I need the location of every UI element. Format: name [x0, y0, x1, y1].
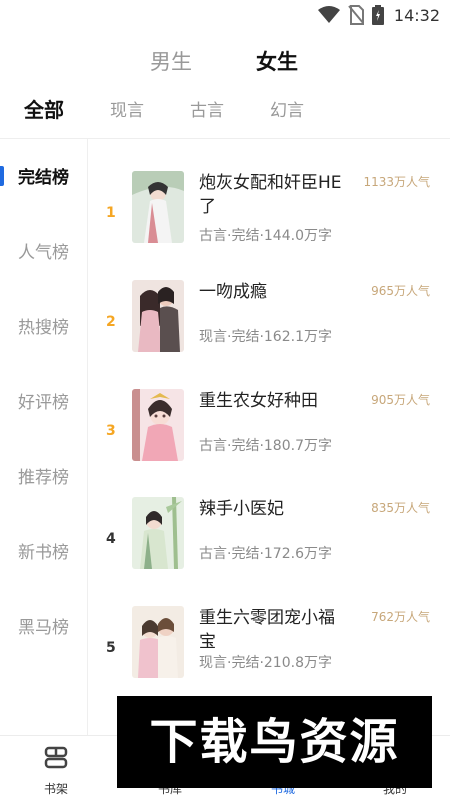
- tab-male[interactable]: 男生: [150, 46, 192, 76]
- sidebar-item-label: 完结榜: [18, 168, 69, 188]
- gender-tabs: 男生 女生: [0, 46, 450, 82]
- sidebar-item-label: 热搜榜: [18, 318, 69, 338]
- book-cover[interactable]: [132, 171, 184, 243]
- book-cover[interactable]: [132, 606, 184, 678]
- popularity-count: 762万人气: [371, 610, 430, 624]
- nav-label: 书架: [43, 782, 68, 796]
- sidebar-item-recommended[interactable]: 推荐榜: [0, 455, 88, 495]
- list-item[interactable]: 2 一吻成瘾 现言·完结·162.1万字 965万人气: [89, 280, 450, 372]
- sidebar-item-label: 好评榜: [18, 393, 69, 413]
- sidebar-item-label: 人气榜: [18, 243, 69, 263]
- list-item[interactable]: 1 炮灰女配和奸臣HE了 古言·完结·144.0万字 1133万人气: [89, 171, 450, 263]
- sidebar-item-label: 推荐榜: [18, 468, 69, 488]
- rank-number: 2: [106, 314, 116, 330]
- rank-number: 1: [106, 205, 116, 221]
- sidebar-item-dark-horse[interactable]: 黑马榜: [0, 605, 88, 645]
- bookshelf-icon: [44, 746, 68, 769]
- ranking-sidebar: 完结榜 人气榜 热搜榜 好评榜 推荐榜 新书榜 黑马榜: [0, 139, 88, 735]
- book-meta: 古言·完结·180.7万字: [199, 438, 332, 454]
- sidebar-item-label: 新书榜: [18, 543, 69, 563]
- tab-all[interactable]: 全部: [24, 94, 64, 123]
- book-meta: 现言·完结·162.1万字: [199, 329, 332, 345]
- active-indicator: [0, 166, 4, 186]
- no-sim-icon: [348, 5, 364, 25]
- popularity-count: 1133万人气: [363, 175, 430, 189]
- book-title: 炮灰女配和奸臣HE了: [199, 173, 342, 217]
- category-tabs: 全部 现言 古言 幻言: [0, 96, 450, 130]
- tab-female[interactable]: 女生: [256, 46, 298, 76]
- book-title: 重生农女好种田: [199, 391, 318, 411]
- sidebar-item-popular[interactable]: 人气榜: [0, 230, 88, 270]
- sidebar-item-new-books[interactable]: 新书榜: [0, 530, 88, 570]
- book-meta: 现言·完结·210.8万字: [199, 655, 332, 671]
- book-title: 重生六零团宠小福宝: [199, 608, 335, 652]
- tab-modern-romance[interactable]: 现言: [110, 96, 144, 121]
- status-icons: 14:32: [317, 5, 440, 25]
- rank-number: 3: [106, 423, 116, 439]
- ranking-list: 1 炮灰女配和奸臣HE了 古言·完结·144.0万字 1133万人气 2 一吻成…: [89, 139, 450, 735]
- popularity-count: 965万人气: [371, 284, 430, 298]
- popularity-count: 835万人气: [371, 501, 430, 515]
- sidebar-item-label: 黑马榜: [18, 618, 69, 638]
- watermark-text: 下载鸟资源: [149, 714, 400, 770]
- popularity-count: 905万人气: [371, 393, 430, 407]
- sidebar-item-trending[interactable]: 热搜榜: [0, 305, 88, 345]
- nav-bookshelf[interactable]: 书架: [16, 736, 96, 800]
- book-title: 一吻成瘾: [199, 282, 267, 302]
- sidebar-item-top-rated[interactable]: 好评榜: [0, 380, 88, 420]
- watermark-banner: 下载鸟资源: [117, 696, 432, 788]
- tab-ancient-romance[interactable]: 古言: [190, 96, 224, 121]
- status-bar: 14:32: [0, 0, 450, 30]
- sidebar-item-completed[interactable]: 完结榜: [0, 155, 88, 195]
- tab-fantasy-romance[interactable]: 幻言: [270, 96, 304, 121]
- book-cover[interactable]: [132, 280, 184, 352]
- book-cover[interactable]: [132, 389, 184, 461]
- wifi-icon: [317, 6, 340, 23]
- book-title: 辣手小医妃: [199, 499, 284, 519]
- rank-number: 4: [106, 531, 116, 547]
- book-cover[interactable]: [132, 497, 184, 569]
- battery-icon: [371, 5, 384, 25]
- book-meta: 古言·完结·144.0万字: [199, 228, 332, 244]
- book-meta: 古言·完结·172.6万字: [199, 546, 332, 562]
- rank-number: 5: [106, 640, 116, 656]
- status-time: 14:32: [393, 5, 440, 25]
- list-item[interactable]: 5 重生六零团宠小福宝 现言·完结·210.8万字 762万人气: [89, 606, 450, 698]
- list-item[interactable]: 3 重生农女好种田 古言·完结·180.7万字 905万人气: [89, 389, 450, 481]
- list-item[interactable]: 4 辣手小医妃 古言·完结·172.6万字 835万人气: [89, 497, 450, 589]
